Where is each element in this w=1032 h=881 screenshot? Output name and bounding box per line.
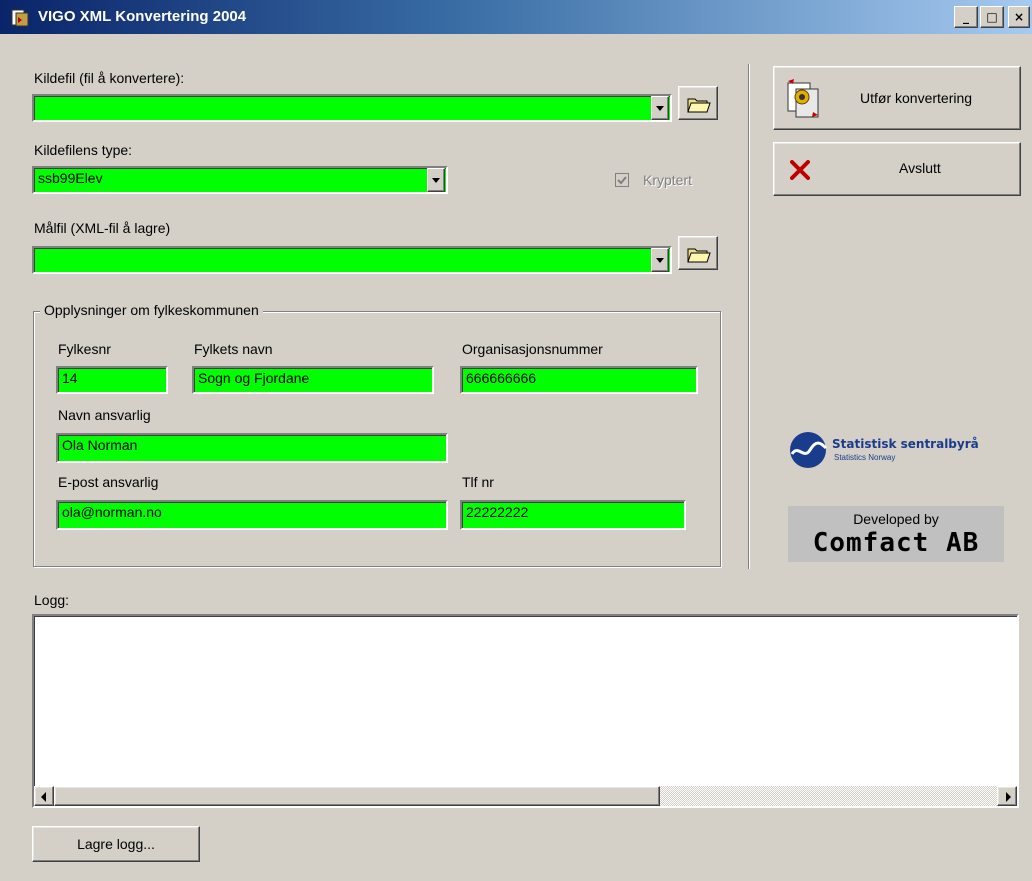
close-icon: × <box>1013 10 1025 24</box>
org-number-value: 666666666 <box>466 370 537 386</box>
vertical-divider <box>748 64 750 569</box>
comfact-logo: Developed by Comfact AB <box>788 506 1004 562</box>
ssb-logo-icon <box>790 432 828 468</box>
source-file-dropdown-button[interactable] <box>651 96 669 120</box>
county-nr-label: Fylkesnr <box>58 341 111 357</box>
responsible-name-field[interactable]: Ola Norman <box>56 433 448 463</box>
app-icon <box>11 9 29 27</box>
scroll-thumb[interactable] <box>54 786 660 806</box>
encrypted-checkbox[interactable]: Kryptert <box>615 170 715 190</box>
target-file-combo[interactable] <box>32 246 672 274</box>
county-name-field[interactable]: Sogn og Fjordane <box>192 366 434 394</box>
open-folder-icon <box>687 248 711 263</box>
log-label: Logg: <box>34 592 70 608</box>
source-file-label: Kildefil (fil å konvertere): <box>34 70 185 86</box>
developed-by-text: Developed by <box>853 511 939 527</box>
company-name: Comfact AB <box>812 528 980 558</box>
source-type-value: ssb99Elev <box>38 170 103 186</box>
responsible-name-label: Navn ansvarlig <box>58 407 151 423</box>
org-number-label: Organisasjonsnummer <box>462 341 603 357</box>
log-textbox[interactable] <box>32 614 1019 808</box>
target-file-label: Målfil (XML-fil å lagre) <box>34 220 171 236</box>
convert-button[interactable]: Utfør konvertering <box>773 66 1021 130</box>
phone-value: 22222222 <box>466 504 529 520</box>
maximize-button[interactable]: □ <box>980 6 1004 28</box>
county-name-value: Sogn og Fjordane <box>198 370 310 386</box>
org-number-field[interactable]: 666666666 <box>460 366 698 394</box>
source-type-label: Kildefilens type: <box>34 142 133 158</box>
source-type-dropdown-button[interactable] <box>427 168 445 192</box>
target-file-dropdown-button[interactable] <box>651 248 669 272</box>
checkbox-checked-icon <box>615 173 629 187</box>
close-x-icon <box>790 160 810 180</box>
save-log-label: Lagre logg... <box>77 836 155 852</box>
phone-field[interactable]: 22222222 <box>460 500 686 530</box>
source-file-combo[interactable] <box>32 94 672 122</box>
responsible-name-value: Ola Norman <box>62 437 138 453</box>
exit-button[interactable]: Avslutt <box>773 142 1021 196</box>
source-type-select[interactable]: ssb99Elev <box>32 166 448 194</box>
save-log-button[interactable]: Lagre logg... <box>32 826 200 862</box>
maximize-icon: □ <box>986 10 998 24</box>
phone-label: Tlf nr <box>462 474 494 490</box>
exit-label: Avslutt <box>899 160 941 176</box>
responsible-email-field[interactable]: ola@norman.no <box>56 500 448 530</box>
open-folder-icon <box>687 98 711 113</box>
convert-icon <box>787 79 819 118</box>
county-info-group-label: Opplysninger om fylkeskommunen <box>40 302 263 318</box>
responsible-email-value: ola@norman.no <box>62 504 162 520</box>
ssb-subtitle: Statistics Norway <box>834 453 896 462</box>
horizontal-scrollbar[interactable] <box>34 786 1017 806</box>
responsible-email-label: E-post ansvarlig <box>58 474 159 490</box>
minimize-button[interactable]: _ <box>954 6 978 28</box>
browse-source-button[interactable] <box>678 86 718 120</box>
arrow-left-icon <box>41 792 46 802</box>
arrow-right-icon <box>1006 792 1011 802</box>
county-nr-field[interactable]: 14 <box>56 366 168 394</box>
county-name-label: Fylkets navn <box>194 341 273 357</box>
scroll-right-button[interactable] <box>997 786 1017 806</box>
ssb-logo: Statistisk sentralbyrå Statistics Norway <box>788 424 1006 476</box>
encrypted-label: Kryptert <box>643 172 693 188</box>
convert-label: Utfør konvertering <box>860 90 973 106</box>
ssb-name: Statistisk sentralbyrå <box>832 437 979 451</box>
scroll-left-button[interactable] <box>34 786 54 806</box>
window-title: VIGO XML Konvertering 2004 <box>38 8 247 25</box>
browse-target-button[interactable] <box>678 236 718 270</box>
minimize-icon: _ <box>963 10 969 24</box>
county-nr-value: 14 <box>62 370 78 386</box>
title-bar[interactable]: VIGO XML Konvertering 2004 _ □ × <box>0 0 1032 34</box>
close-button[interactable]: × <box>1008 6 1030 28</box>
